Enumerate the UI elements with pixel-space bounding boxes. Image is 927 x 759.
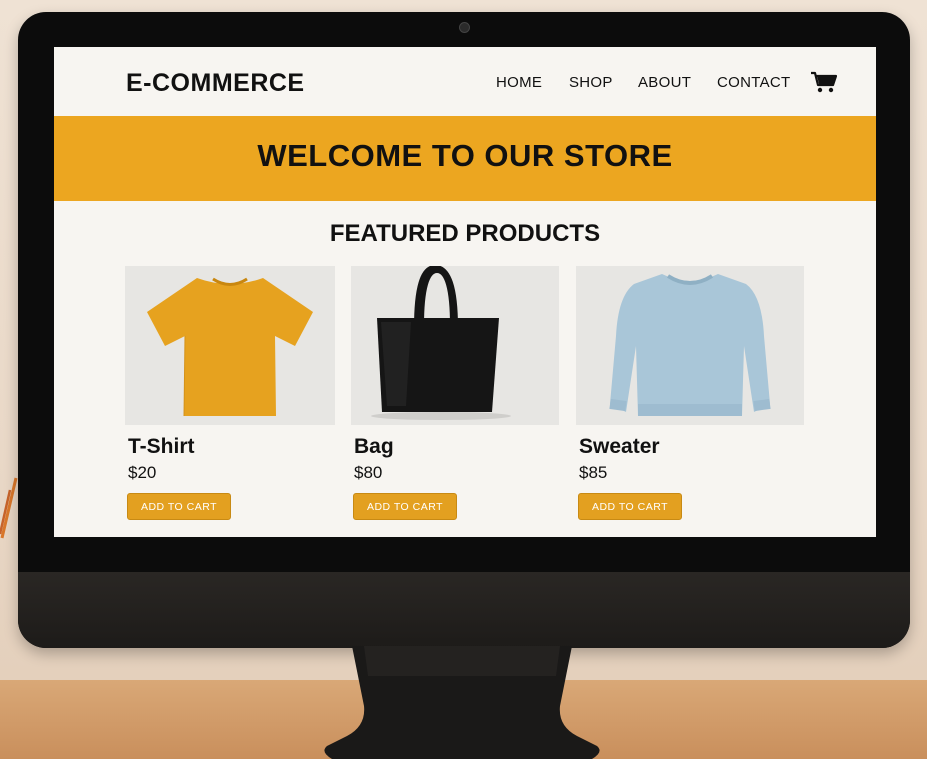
hero-banner: WELCOME TO OUR STORE <box>54 116 876 201</box>
shopping-cart-icon[interactable] <box>810 71 837 93</box>
nav-link-contact[interactable]: CONTACT <box>717 74 790 91</box>
webcam-icon <box>459 22 470 33</box>
product-name[interactable]: Bag <box>354 435 394 459</box>
pencils-decoration <box>0 477 18 539</box>
website-screen: E-COMMERCE HOME SHOP ABOUT CONTACT WELCO… <box>54 47 876 537</box>
monitor-stand <box>324 646 600 759</box>
nav-link-home[interactable]: HOME <box>496 74 542 91</box>
product-card-bag: Bag $80 ADD TO CART <box>351 266 579 526</box>
product-name[interactable]: Sweater <box>579 435 660 459</box>
product-image-bag[interactable] <box>351 266 559 425</box>
product-price: $20 <box>128 463 157 482</box>
product-price: $80 <box>354 463 383 482</box>
product-image-sweater[interactable] <box>576 266 804 425</box>
nav-link-shop[interactable]: SHOP <box>569 74 613 91</box>
tshirt-icon <box>147 277 313 417</box>
featured-products-heading: FEATURED PRODUCTS <box>329 220 601 247</box>
add-to-cart-button[interactable]: ADD TO CART <box>578 493 682 520</box>
nav-link-about[interactable]: ABOUT <box>638 74 691 91</box>
product-image-tshirt[interactable] <box>125 266 335 425</box>
banner-title: WELCOME TO OUR STORE <box>257 138 673 173</box>
monitor-chin <box>18 572 910 648</box>
product-price: $85 <box>579 463 608 482</box>
sweater-icon <box>609 274 771 416</box>
site-logo[interactable]: E-COMMERCE <box>126 69 305 98</box>
tote-bag-icon <box>371 266 511 420</box>
add-to-cart-button[interactable]: ADD TO CART <box>353 493 457 520</box>
product-card-tshirt: T-Shirt $20 ADD TO CART <box>125 266 353 526</box>
add-to-cart-button[interactable]: ADD TO CART <box>127 493 231 520</box>
product-name[interactable]: T-Shirt <box>128 435 195 459</box>
top-navigation: E-COMMERCE HOME SHOP ABOUT CONTACT <box>54 47 876 116</box>
product-card-sweater: Sweater $85 ADD TO CART <box>576 266 804 526</box>
